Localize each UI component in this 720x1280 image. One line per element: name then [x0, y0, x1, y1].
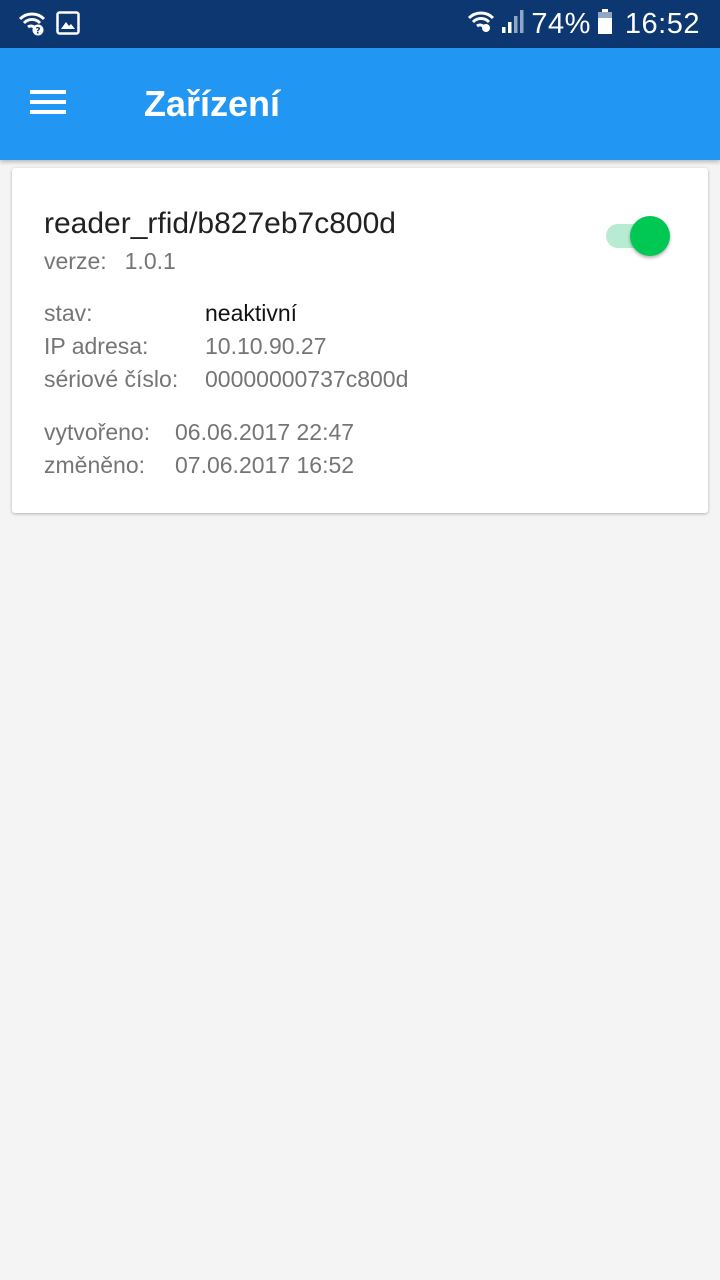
device-enabled-toggle[interactable]: [606, 214, 672, 258]
ip-label: IP adresa:: [44, 331, 148, 361]
ip-row: IP adresa: 10.10.90.27: [44, 331, 148, 361]
image-icon: [56, 11, 80, 40]
status-right-icons: 74% 16:52: [467, 6, 700, 42]
created-label: vytvořeno:: [44, 417, 150, 447]
device-name: reader_rfid/b827eb7c800d: [44, 204, 396, 244]
page-title: Zařízení: [144, 78, 280, 130]
state-label: stav:: [44, 298, 93, 328]
menu-icon: [28, 87, 68, 122]
device-card[interactable]: reader_rfid/b827eb7c800d verze: 1.0.1 sta…: [12, 168, 708, 513]
svg-text:?: ?: [35, 26, 40, 36]
version-row: verze: 1.0.1: [44, 246, 176, 276]
serial-label: sériové číslo:: [44, 364, 178, 394]
serial-row: sériové číslo: 00000000737c800d: [44, 364, 178, 394]
version-label: verze:: [44, 248, 107, 274]
toggle-thumb: [630, 216, 670, 256]
signal-icon: [501, 9, 525, 40]
status-time: 16:52: [625, 8, 700, 41]
status-bar: ? 74%: [0, 0, 720, 48]
modified-value: 07.06.2017 16:52: [175, 450, 354, 480]
wifi-question-icon: ?: [18, 10, 46, 41]
state-value: neaktivní: [205, 298, 297, 328]
modified-label: změněno:: [44, 450, 145, 480]
state-row: stav: neaktivní: [44, 298, 93, 328]
modified-row: změněno: 07.06.2017 16:52: [44, 450, 145, 480]
serial-value: 00000000737c800d: [205, 364, 408, 394]
ip-value: 10.10.90.27: [205, 331, 327, 361]
battery-icon: [597, 9, 613, 40]
app-bar: Zařízení: [0, 48, 720, 160]
wifi-icon: [467, 10, 495, 39]
status-left-icons: ?: [18, 10, 80, 40]
created-value: 06.06.2017 22:47: [175, 417, 354, 447]
menu-button[interactable]: [22, 78, 74, 130]
version-value: 1.0.1: [125, 248, 176, 274]
created-row: vytvořeno: 06.06.2017 22:47: [44, 417, 150, 447]
battery-percent: 74%: [531, 8, 591, 41]
